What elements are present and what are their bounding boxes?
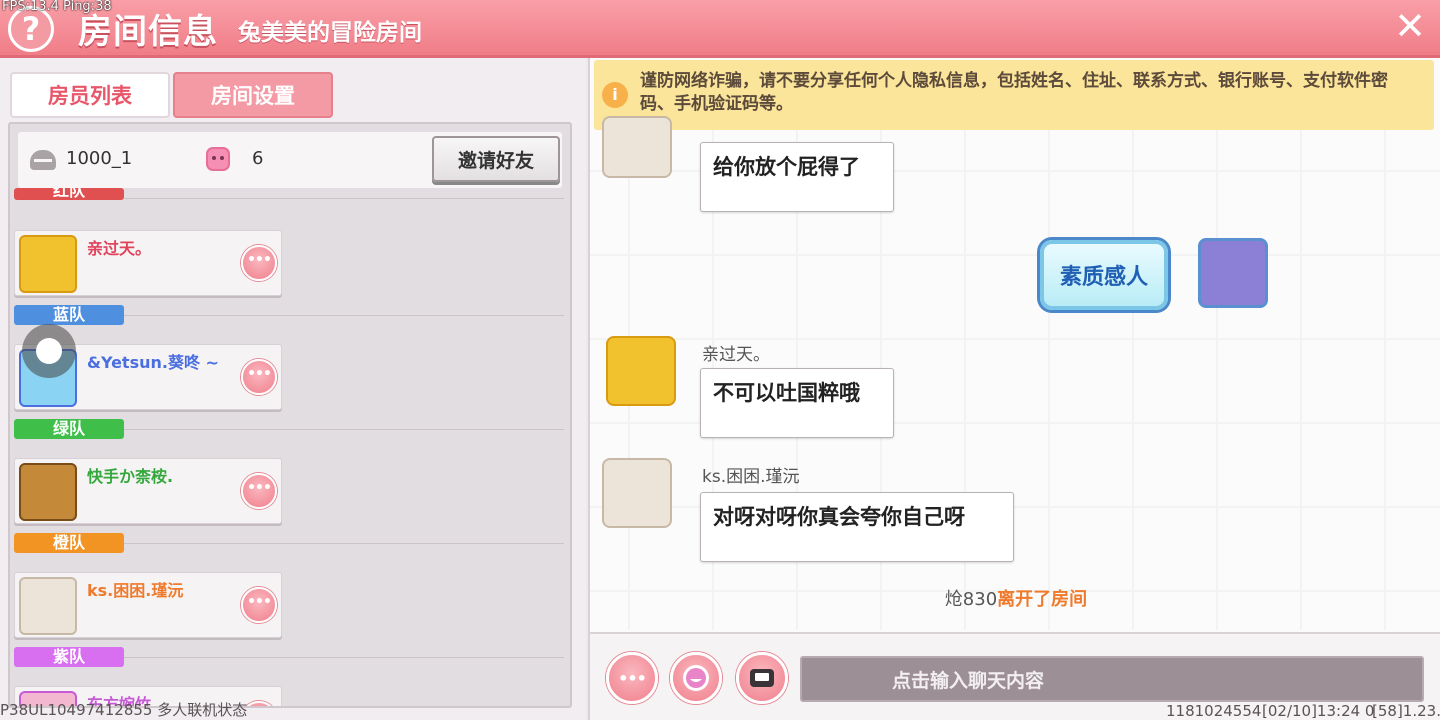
system-message: 炝830离开了房间 [590,585,1440,611]
member-name: 快手か柰桉. [87,467,174,486]
fraud-warning-banner: i 谨防网络诈骗，请不要分享任何个人隐私信息，包括姓名、住址、联系方式、银行账号… [594,60,1434,130]
chat-sender-name: ks.困困.瑾沅 [702,467,800,487]
member-card[interactable]: 快手か柰桉. ••• [14,458,282,524]
team-label-green: 绿队 [14,419,124,439]
emoji-icon[interactable] [670,652,722,704]
team-divider [124,657,564,658]
invite-friends-button[interactable]: 邀请好友 [432,136,560,182]
member-name: ks.困困.瑾沅 [87,581,184,600]
system-message-action: 离开了房间 [997,589,1088,610]
team-label-purple: 紫队 [14,647,124,667]
more-options-button[interactable]: ••• [606,652,658,704]
chat-sender-name: 亲过天。 [702,345,770,365]
team-divider [124,198,564,199]
chat-message: 对呀对呀你真会夸你自己呀 [700,492,1014,562]
map-icon [30,150,56,170]
member-panel: 房员列表 房间设置 1000_1 6 邀请好友 红队 亲过天。 ••• 蓝队 &… [0,58,586,720]
chat-panel: i 谨防网络诈骗，请不要分享任何个人隐私信息，包括姓名、住址、联系方式、银行账号… [588,58,1440,720]
team-divider [124,429,564,430]
member-card[interactable]: ks.困困.瑾沅 ••• [14,572,282,638]
version: [58]1.23.5 [1372,702,1440,720]
team-label-red: 红队 [14,188,124,200]
member-list[interactable]: 1000_1 6 邀请好友 红队 亲过天。 ••• 蓝队 &Yetsun.葵咚 … [8,122,572,708]
member-name: 亲过天。 [87,239,152,258]
player-count-icon [206,147,230,171]
chat-sticker-message: 素质感人 [1040,240,1168,310]
close-icon[interactable]: ✕ [1392,7,1428,45]
info-icon: i [602,82,628,108]
more-options-button[interactable]: ••• [241,587,277,623]
keyboard-icon[interactable] [736,652,788,704]
tab-room-settings[interactable]: 房间设置 [173,72,333,118]
touch-indicator [22,324,76,378]
warning-text: 谨防网络诈骗，请不要分享任何个人隐私信息，包括姓名、住址、联系方式、银行账号、支… [640,71,1388,114]
chat-avatar[interactable] [606,336,676,406]
avatar [19,463,77,521]
member-card[interactable]: 亲过天。 ••• [14,230,282,296]
team-label-orange: 橙队 [14,533,124,553]
chat-avatar[interactable] [602,458,672,528]
avatar [19,577,77,635]
more-options-button[interactable]: ••• [241,473,277,509]
room-name: 兔美美的冒险房间 [238,20,422,46]
fps-ping-readout: FPS:13.4 Ping:38 [2,0,112,14]
chat-avatar[interactable] [602,116,672,178]
team-divider [124,315,564,316]
more-options-button[interactable]: ••• [241,359,277,395]
more-options-button[interactable]: ••• [241,245,277,281]
team-divider [124,543,564,544]
title-bar: ? 房间信息 兔美美的冒险房间 ✕ [0,0,1440,58]
system-message-user: 炝830 [944,589,998,610]
chat-message: 给你放个屁得了 [700,142,894,212]
user-id: 1181024554 [1166,702,1262,720]
connection-status: P38UL10497412855 多人联机状态 [0,701,248,719]
chat-input-field[interactable]: 点击输入聊天内容 [800,656,1424,702]
avatar [19,235,77,293]
player-count: 6 [252,148,264,169]
timestamp: [02/10]13:24 0 [1262,702,1375,720]
member-name: &Yetsun.葵咚 ~ [87,353,219,372]
chat-message: 不可以吐国粹哦 [700,368,894,438]
tab-member-list[interactable]: 房员列表 [10,72,170,118]
chat-avatar-self[interactable] [1198,238,1268,308]
team-label-blue: 蓝队 [14,305,124,325]
room-info-bar: 1000_1 6 邀请好友 [18,132,562,188]
map-id: 1000_1 [66,148,133,169]
